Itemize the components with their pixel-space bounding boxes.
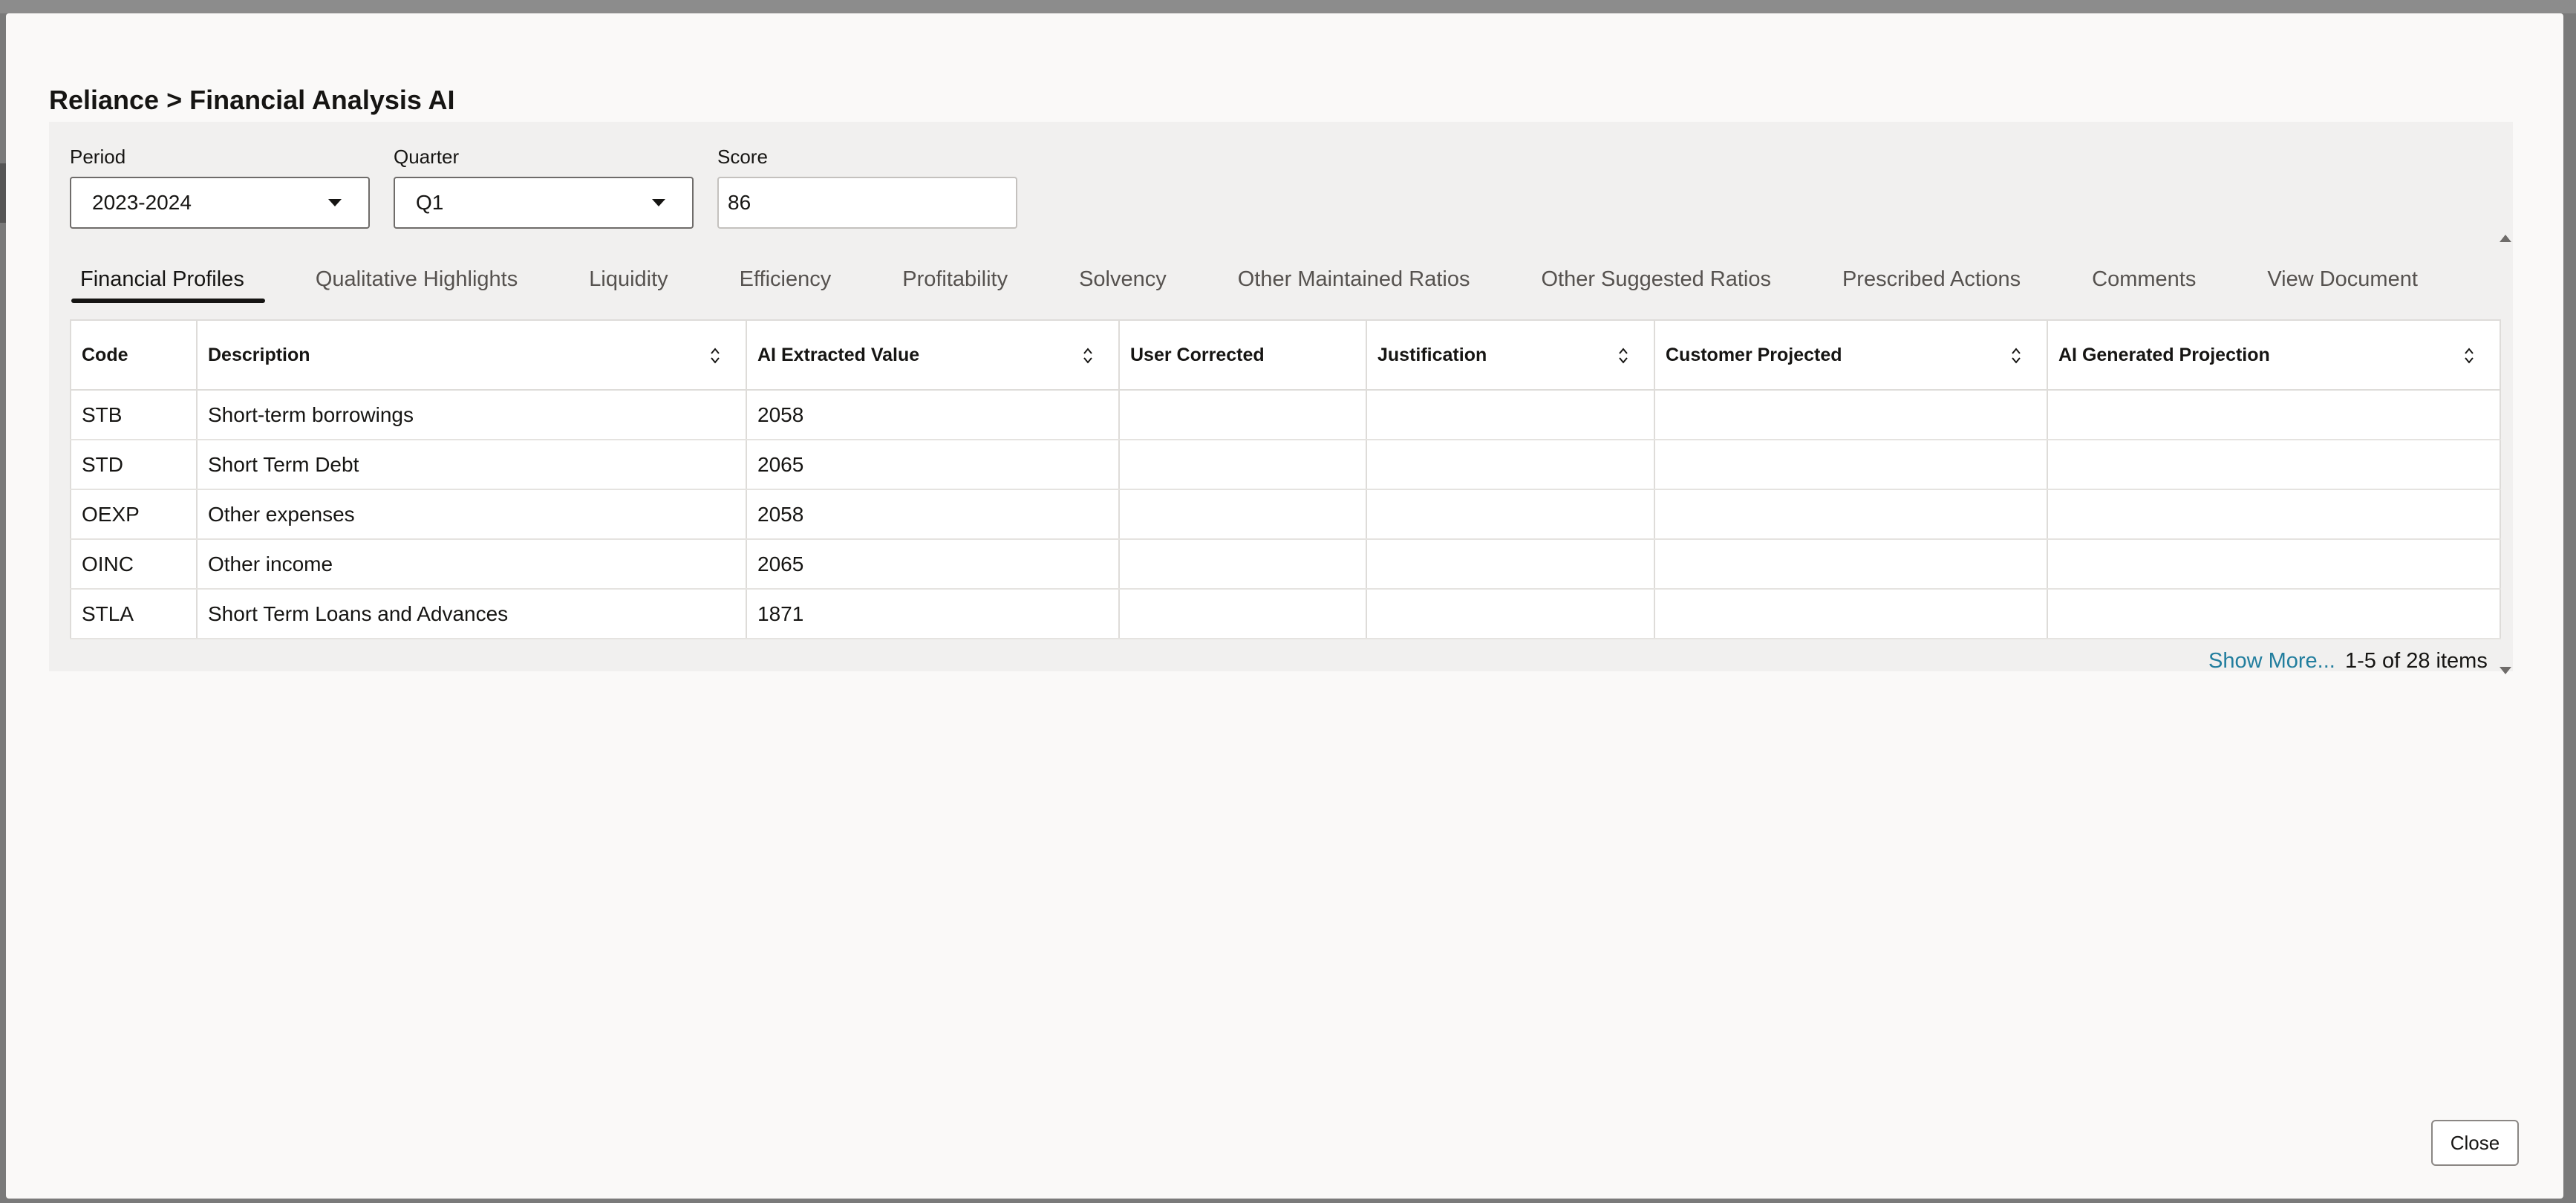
cell-description: Short Term Debt (197, 440, 747, 490)
cell-ai-generated-projection (2047, 589, 2501, 639)
cell-customer-projected (1654, 440, 2048, 490)
quarter-value: Q1 (416, 191, 444, 214)
cell-ai-generated-projection (2047, 539, 2501, 590)
cell-user-corrected[interactable] (1119, 539, 1367, 590)
cell-customer-projected (1654, 489, 2048, 540)
tab-other-suggested-ratios[interactable]: Other Suggested Ratios (1526, 258, 1786, 303)
cell-code: OINC (71, 539, 198, 590)
cell-ai-extracted-value: 2058 (746, 390, 1120, 440)
tab-solvency[interactable]: Solvency (1064, 258, 1181, 303)
score-label: Score (717, 146, 768, 168)
table-row[interactable]: STB Short-term borrowings 2058 (71, 390, 2501, 440)
backdrop (0, 0, 2576, 13)
tab-qualitative-highlights[interactable]: Qualitative Highlights (301, 258, 532, 303)
cell-customer-projected (1654, 539, 2048, 590)
sort-icon[interactable] (710, 347, 720, 365)
cell-code: STD (71, 440, 198, 490)
cell-code: STB (71, 390, 198, 440)
cell-ai-extracted-value: 1871 (746, 589, 1120, 639)
backdrop-sliver (0, 163, 6, 223)
pagination-summary: 1-5 of 28 items (2345, 649, 2488, 673)
cell-ai-generated-projection (2047, 489, 2501, 540)
tab-profitability[interactable]: Profitability (887, 258, 1023, 303)
cell-description: Short Term Loans and Advances (197, 589, 747, 639)
table-row[interactable]: STLA Short Term Loans and Advances 1871 (71, 589, 2501, 639)
cell-description: Short-term borrowings (197, 390, 747, 440)
column-header-ai-generated-projection[interactable]: AI Generated Projection (2047, 320, 2501, 391)
close-button[interactable]: Close (2431, 1120, 2519, 1166)
table-row[interactable]: OEXP Other expenses 2058 (71, 489, 2501, 540)
column-label: Description (208, 344, 310, 365)
cell-justification[interactable] (1366, 539, 1655, 590)
cell-code: STLA (71, 589, 198, 639)
cell-justification[interactable] (1366, 489, 1655, 540)
dialog-title: Reliance > Financial Analysis AI (49, 85, 455, 115)
cell-ai-generated-projection (2047, 390, 2501, 440)
cell-ai-generated-projection (2047, 440, 2501, 490)
column-header-description[interactable]: Description (197, 320, 747, 391)
score-field[interactable]: 86 (717, 177, 1017, 229)
column-header-user-corrected[interactable]: User Corrected (1119, 320, 1367, 391)
cell-description: Other expenses (197, 489, 747, 540)
financial-analysis-dialog: Reliance > Financial Analysis AI Period … (6, 13, 2563, 1199)
section-tabs: Financial Profiles Qualitative Highlight… (65, 258, 2474, 303)
table-header-row: Code Description AI Extracted Value User… (71, 320, 2501, 391)
caret-down-icon (652, 199, 665, 206)
cell-ai-extracted-value: 2065 (746, 539, 1120, 590)
sort-icon[interactable] (2011, 347, 2021, 365)
sort-icon[interactable] (1083, 347, 1093, 365)
cell-ai-extracted-value: 2058 (746, 489, 1120, 540)
column-label: AI Generated Projection (2058, 344, 2270, 365)
cell-description: Other income (197, 539, 747, 590)
cell-customer-projected (1654, 390, 2048, 440)
column-label: AI Extracted Value (757, 344, 920, 365)
cell-ai-extracted-value: 2065 (746, 440, 1120, 490)
period-select[interactable]: 2023-2024 (70, 177, 370, 229)
column-header-ai-extracted-value[interactable]: AI Extracted Value (746, 320, 1120, 391)
quarter-label: Quarter (394, 146, 460, 168)
tab-view-document[interactable]: View Document (2252, 258, 2433, 303)
caret-down-icon (328, 199, 342, 206)
tab-other-maintained-ratios[interactable]: Other Maintained Ratios (1223, 258, 1485, 303)
scroll-up-icon[interactable] (2500, 235, 2511, 242)
score-value: 86 (728, 191, 751, 214)
tab-efficiency[interactable]: Efficiency (725, 258, 847, 303)
tab-liquidity[interactable]: Liquidity (574, 258, 682, 303)
period-label: Period (70, 146, 126, 168)
cell-justification[interactable] (1366, 440, 1655, 490)
sort-icon[interactable] (1618, 347, 1628, 365)
period-value: 2023-2024 (92, 191, 192, 214)
cell-user-corrected[interactable] (1119, 390, 1367, 440)
column-header-customer-projected[interactable]: Customer Projected (1654, 320, 2048, 391)
column-header-code[interactable]: Code (71, 320, 198, 391)
column-label: Code (82, 344, 128, 365)
quarter-select[interactable]: Q1 (394, 177, 694, 229)
cell-user-corrected[interactable] (1119, 489, 1367, 540)
column-label: User Corrected (1130, 344, 1265, 365)
table-row[interactable]: STD Short Term Debt 2065 (71, 440, 2501, 490)
cell-code: OEXP (71, 489, 198, 540)
column-label: Justification (1377, 344, 1487, 365)
show-more-link[interactable]: Show More... (2208, 649, 2335, 674)
cell-user-corrected[interactable] (1119, 589, 1367, 639)
tab-prescribed-actions[interactable]: Prescribed Actions (1827, 258, 2035, 303)
column-header-justification[interactable]: Justification (1366, 320, 1655, 391)
tab-financial-profiles[interactable]: Financial Profiles (65, 258, 265, 303)
table-row[interactable]: OINC Other income 2065 (71, 539, 2501, 590)
sort-icon[interactable] (2464, 347, 2474, 365)
column-label: Customer Projected (1666, 344, 1842, 365)
cell-justification[interactable] (1366, 589, 1655, 639)
financial-profiles-table: Code Description AI Extracted Value User… (70, 319, 2501, 639)
cell-justification[interactable] (1366, 390, 1655, 440)
cell-user-corrected[interactable] (1119, 440, 1367, 490)
tab-comments[interactable]: Comments (2077, 258, 2211, 303)
scroll-down-icon[interactable] (2500, 667, 2511, 674)
cell-customer-projected (1654, 589, 2048, 639)
